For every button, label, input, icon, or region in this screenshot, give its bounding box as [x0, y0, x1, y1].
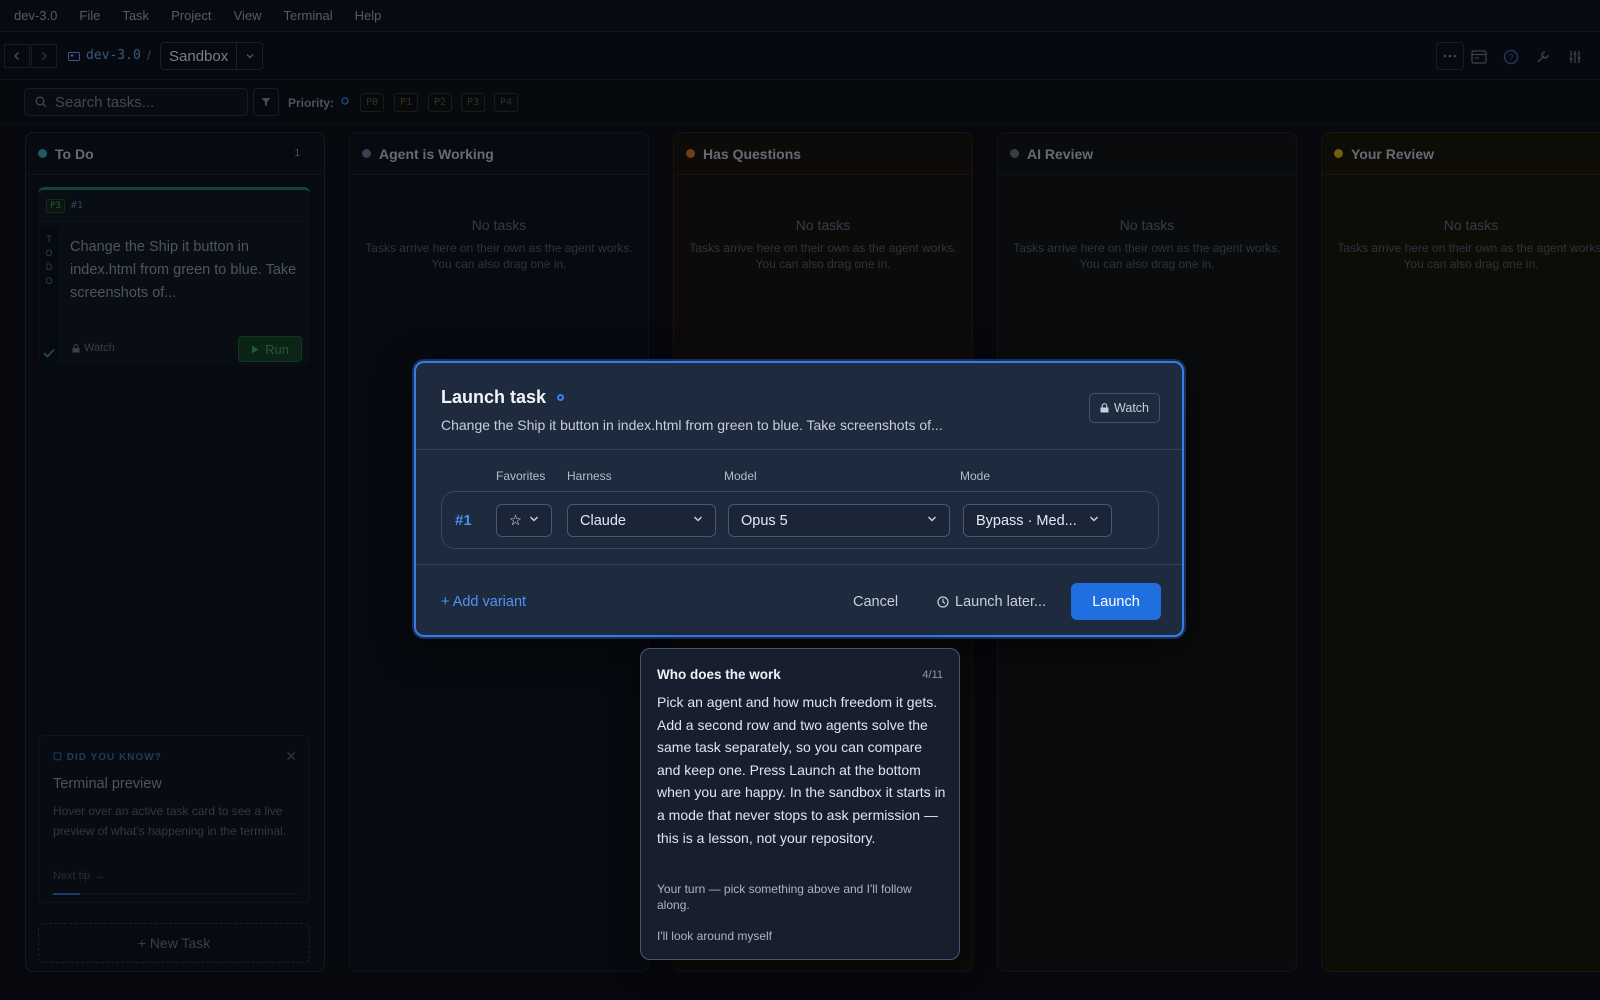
mode-label: Mode — [960, 469, 991, 483]
divider — [416, 449, 1182, 450]
launch-task-dialog: Launch task Change the Ship it button in… — [414, 361, 1184, 637]
favorites-select[interactable]: ☆ — [496, 504, 552, 537]
launch-later-button[interactable]: Launch later... — [937, 594, 1046, 610]
tour-prompt: Your turn — pick something above and I'l… — [657, 882, 912, 912]
star-icon: ☆ — [509, 512, 522, 529]
watch-button[interactable]: Watch — [1089, 393, 1160, 423]
cancel-button[interactable]: Cancel — [853, 594, 898, 610]
chevron-down-icon — [1089, 516, 1099, 522]
clock-icon — [937, 596, 949, 608]
tour-indicator-icon — [557, 394, 564, 401]
model-label: Model — [724, 469, 757, 483]
lock-icon — [1100, 403, 1109, 413]
tour-step-counter: 4/11 — [922, 669, 943, 681]
favorites-label: Favorites — [496, 469, 546, 483]
chevron-down-icon — [927, 516, 937, 522]
watch-label: Watch — [1114, 401, 1149, 415]
mode-select[interactable]: Bypass · Med... — [963, 504, 1112, 537]
model-value: Opus 5 — [741, 512, 788, 529]
harness-label: Harness — [567, 469, 612, 483]
variant-number: #1 — [455, 512, 472, 529]
dialog-task-summary: Change the Ship it button in index.html … — [441, 417, 943, 433]
harness-select[interactable]: Claude — [567, 504, 716, 537]
divider — [416, 564, 1182, 565]
model-select[interactable]: Opus 5 — [728, 504, 950, 537]
harness-value: Claude — [580, 512, 626, 529]
add-variant-button[interactable]: + Add variant — [441, 594, 526, 610]
launch-later-label: Launch later... — [955, 594, 1047, 610]
mode-value: Bypass · Med... — [976, 512, 1077, 529]
tour-title: Who does the work — [657, 667, 781, 682]
onboarding-tour-popover: Who does the work 4/11 Pick an agent and… — [640, 648, 960, 960]
tour-body: Pick an agent and how much freedom it ge… — [657, 694, 946, 846]
variant-row: #1 ☆ Claude Opus 5 Bypass · Med... — [441, 491, 1159, 549]
dialog-title: Launch task — [441, 387, 547, 407]
dismiss-tour-link[interactable]: I'll look around myself — [657, 929, 772, 943]
chevron-down-icon — [693, 516, 703, 522]
launch-button[interactable]: Launch — [1071, 583, 1161, 620]
chevron-down-icon — [529, 516, 539, 522]
